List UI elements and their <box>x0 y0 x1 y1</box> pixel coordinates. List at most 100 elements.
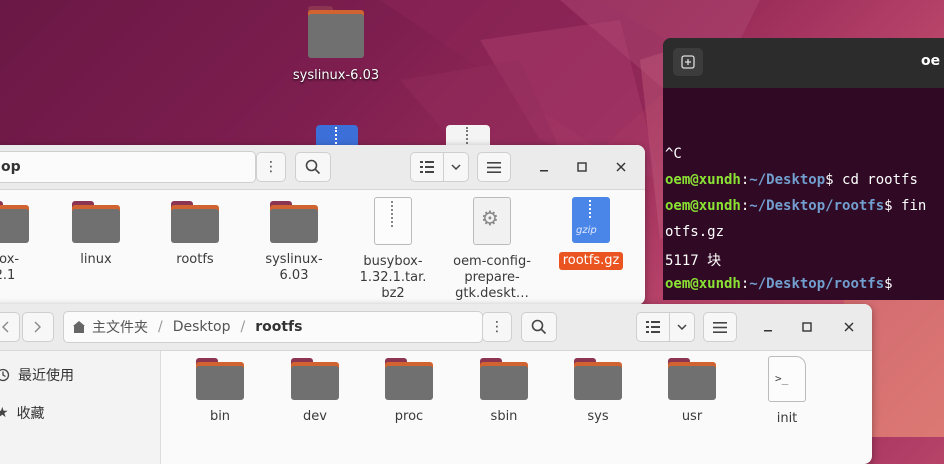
close-icon <box>844 322 854 332</box>
file-item-busybox-dir[interactable]: box- 2.1 <box>0 201 50 284</box>
file-label: sbin <box>490 409 518 424</box>
file-item-linux[interactable]: linux <box>51 201 141 268</box>
script-glyph: >_ <box>775 372 789 385</box>
search-button[interactable] <box>295 152 331 182</box>
menu-button[interactable] <box>703 312 737 342</box>
chevron-down-icon <box>677 324 687 330</box>
home-icon <box>73 321 85 333</box>
file-item-busybox-tar[interactable]: busybox- 1.32.1.tar. bz2 <box>348 197 438 302</box>
file-item-syslinux[interactable]: syslinux- 6.03 <box>249 201 339 284</box>
file-manager-window-front: 主文件夹 / Desktop / rootfs ⋮ 最近使用 ★ 收藏 bin … <box>0 304 872 464</box>
folder-icon <box>291 358 339 400</box>
terminal-line: oem@xundh:~/Desktop/rootfs$ fin <box>665 198 927 214</box>
file-item-init[interactable]: >_ init <box>742 356 832 427</box>
folder-icon <box>385 358 433 400</box>
chevron-left-icon <box>2 321 9 333</box>
breadcrumb-desktop[interactable]: Desktop <box>173 319 231 335</box>
view-options-button[interactable] <box>443 152 469 182</box>
path-menu-button[interactable]: ⋮ <box>256 152 286 182</box>
minimize-icon <box>540 170 548 172</box>
terminal-line: oem@xundh:~/Desktop$ cd rootfs <box>665 172 918 188</box>
desktop-file-icon: ⚙ <box>473 197 511 245</box>
new-tab-button[interactable] <box>673 48 703 76</box>
sidebar: 最近使用 ★ 收藏 <box>0 351 161 464</box>
folder-icon <box>270 201 318 243</box>
view-list-button[interactable] <box>410 152 444 182</box>
file-manager-window-back: op ⋮ box- 2.1 linux rootfs syslinux- 6.0… <box>0 145 645 305</box>
folder-icon <box>196 358 244 400</box>
terminal-line: oem@xundh:~/Desktop/rootfs$ <box>665 276 893 292</box>
folder-icon <box>0 201 29 243</box>
file-label: proc <box>394 409 424 424</box>
terminal-line: otfs.gz <box>665 224 725 240</box>
file-item-dev[interactable]: dev <box>270 358 360 425</box>
minimize-button[interactable] <box>756 315 780 339</box>
sidebar-item-recent[interactable]: 最近使用 <box>0 365 74 385</box>
search-icon <box>305 159 321 175</box>
folder-icon <box>480 358 528 400</box>
breadcrumb-separator: / <box>240 319 246 335</box>
file-label: sys <box>587 409 609 424</box>
file-item-rootfs-gz[interactable]: gzip rootfs.gz <box>546 197 636 270</box>
sidebar-item-starred[interactable]: ★ 收藏 <box>0 403 45 423</box>
forward-button[interactable] <box>22 312 54 342</box>
view-list-button[interactable] <box>636 312 670 342</box>
star-icon: ★ <box>0 405 9 421</box>
back-button[interactable] <box>0 312 20 342</box>
minimize-button[interactable] <box>532 155 556 179</box>
file-item-bin[interactable]: bin <box>175 358 265 425</box>
file-item-usr[interactable]: usr <box>647 358 737 425</box>
file-label-selected: rootfs.gz <box>558 252 624 270</box>
chevron-down-icon <box>451 164 461 170</box>
hamburger-icon <box>487 161 501 173</box>
maximize-button[interactable] <box>570 155 594 179</box>
desktop-folder-syslinux[interactable]: syslinux-6.03 <box>286 6 386 83</box>
file-label: box- 2.1 <box>0 252 20 283</box>
terminal-window[interactable]: oe ^C oem@xundh:~/Desktop$ cd rootfs oem… <box>663 38 944 300</box>
breadcrumb-current[interactable]: rootfs <box>255 319 302 335</box>
clock-icon <box>0 368 10 382</box>
desktop-icon-label: syslinux-6.03 <box>292 68 380 83</box>
file-item-sys[interactable]: sys <box>553 358 643 425</box>
file-label: syslinux- 6.03 <box>265 252 323 283</box>
file-label: usr <box>681 409 703 424</box>
terminal-line: 5117 块 <box>665 253 722 269</box>
file-item-oem-config[interactable]: ⚙ oem-config- prepare- gtk.deskt… <box>447 197 537 302</box>
new-tab-icon <box>681 55 695 69</box>
close-button[interactable] <box>609 155 633 179</box>
file-item-sbin[interactable]: sbin <box>459 358 549 425</box>
maximize-button[interactable] <box>795 315 819 339</box>
breadcrumb-home[interactable]: 主文件夹 <box>92 317 148 337</box>
file-label: oem-config- prepare- gtk.deskt… <box>453 254 531 301</box>
view-options-button[interactable] <box>669 312 695 342</box>
breadcrumb[interactable]: 主文件夹 / Desktop / rootfs <box>63 311 483 343</box>
close-button[interactable] <box>837 315 861 339</box>
minimize-icon <box>764 330 772 332</box>
maximize-icon <box>802 322 812 332</box>
menu-button[interactable] <box>477 152 511 182</box>
script-icon: >_ <box>768 356 806 402</box>
terminal-line: ^C <box>665 146 682 162</box>
file-item-proc[interactable]: proc <box>364 358 454 425</box>
chevron-right-icon <box>34 321 41 333</box>
gzip-icon: gzip <box>572 197 610 243</box>
path-bar[interactable]: op <box>0 151 256 183</box>
folder-icon <box>72 201 120 243</box>
list-view-icon <box>420 161 434 173</box>
folder-icon <box>308 6 364 58</box>
sidebar-item-label: 收藏 <box>16 406 45 422</box>
folder-icon <box>668 358 716 400</box>
folder-icon <box>171 201 219 243</box>
gear-icon: ⚙ <box>481 206 499 230</box>
path-menu-button[interactable]: ⋮ <box>482 312 512 342</box>
file-label: linux <box>80 252 112 267</box>
search-button[interactable] <box>521 312 557 342</box>
hamburger-icon <box>713 321 727 333</box>
archive-icon <box>374 197 412 245</box>
file-item-rootfs[interactable]: rootfs <box>150 201 240 268</box>
folder-icon <box>574 358 622 400</box>
search-icon <box>531 319 547 335</box>
list-view-icon <box>646 321 660 333</box>
file-label: init <box>776 411 798 426</box>
file-label: bin <box>209 409 231 424</box>
